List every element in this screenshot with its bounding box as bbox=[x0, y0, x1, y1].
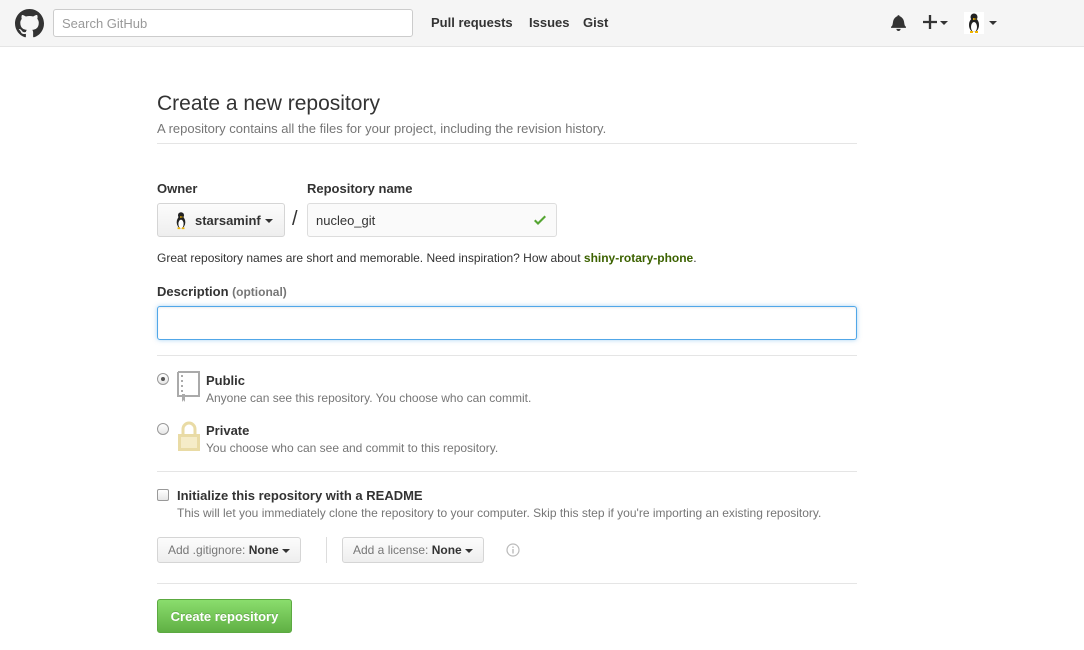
check-icon bbox=[534, 215, 546, 225]
description-input[interactable] bbox=[157, 306, 857, 340]
suggested-name-link[interactable]: shiny-rotary-phone bbox=[584, 251, 693, 265]
site-header: Pull requests Issues Gist bbox=[0, 0, 1084, 47]
divider bbox=[157, 583, 857, 584]
readme-checkbox[interactable] bbox=[157, 489, 169, 501]
owner-repo-separator: / bbox=[292, 208, 298, 230]
nav-issues[interactable]: Issues bbox=[529, 15, 569, 30]
public-option-title: Public bbox=[206, 373, 246, 388]
owner-avatar bbox=[176, 212, 186, 230]
plus-icon bbox=[923, 15, 937, 29]
license-label: Add a license: bbox=[353, 543, 429, 557]
page-title: Create a new repository bbox=[157, 92, 380, 115]
owner-select-button[interactable]: starsaminf bbox=[157, 203, 285, 237]
description-label: Description (optional) bbox=[157, 284, 287, 299]
notification-bell-icon[interactable] bbox=[891, 14, 906, 31]
chevron-down-icon bbox=[940, 21, 948, 25]
owner-name: starsaminf bbox=[195, 213, 261, 228]
chevron-down-icon bbox=[465, 548, 474, 553]
vertical-divider bbox=[326, 537, 327, 563]
avatar bbox=[964, 12, 984, 34]
search-input[interactable] bbox=[53, 9, 413, 37]
license-value: None bbox=[431, 543, 462, 557]
nav-pull-requests[interactable]: Pull requests bbox=[431, 15, 513, 30]
owner-label: Owner bbox=[157, 181, 198, 196]
divider bbox=[157, 471, 857, 472]
gitignore-label: Add .gitignore: bbox=[168, 543, 246, 557]
chevron-down-icon bbox=[265, 219, 273, 223]
nav-gist[interactable]: Gist bbox=[583, 15, 608, 30]
gitignore-select-button[interactable]: Add .gitignore: None bbox=[157, 537, 302, 563]
optional-label: (optional) bbox=[232, 285, 287, 299]
public-option-note: Anyone can see this repository. You choo… bbox=[206, 391, 532, 405]
repository-name-input[interactable] bbox=[307, 203, 557, 237]
license-select-button[interactable]: Add a license: None bbox=[342, 537, 485, 563]
create-new-dropdown[interactable] bbox=[923, 13, 951, 33]
hint-text: Great repository names are short and mem… bbox=[157, 251, 584, 265]
divider bbox=[157, 143, 857, 144]
private-option-note: You choose who can see and commit to thi… bbox=[206, 441, 499, 455]
chevron-down-icon bbox=[989, 21, 997, 25]
gitignore-value: None bbox=[248, 543, 279, 557]
chevron-down-icon bbox=[282, 548, 291, 553]
private-radio[interactable] bbox=[157, 423, 169, 435]
divider bbox=[157, 355, 857, 356]
public-radio[interactable] bbox=[157, 373, 169, 385]
description-label-text: Description bbox=[157, 284, 229, 299]
private-option-title: Private bbox=[206, 423, 250, 438]
repo-book-icon bbox=[177, 371, 200, 402]
repository-name-label: Repository name bbox=[307, 181, 413, 196]
lock-icon bbox=[178, 421, 200, 451]
page-subtitle: A repository contains all the files for … bbox=[157, 121, 607, 136]
user-menu-dropdown[interactable] bbox=[964, 12, 1000, 34]
info-icon[interactable] bbox=[506, 543, 520, 557]
name-suggestion-hint: Great repository names are short and mem… bbox=[157, 251, 697, 265]
readme-option-note: This will let you immediately clone the … bbox=[177, 506, 822, 520]
readme-option-title: Initialize this repository with a README bbox=[177, 488, 423, 503]
create-repository-button[interactable]: Create repository bbox=[157, 599, 292, 633]
github-logo-icon[interactable] bbox=[15, 9, 44, 38]
hint-suffix: . bbox=[693, 251, 697, 265]
